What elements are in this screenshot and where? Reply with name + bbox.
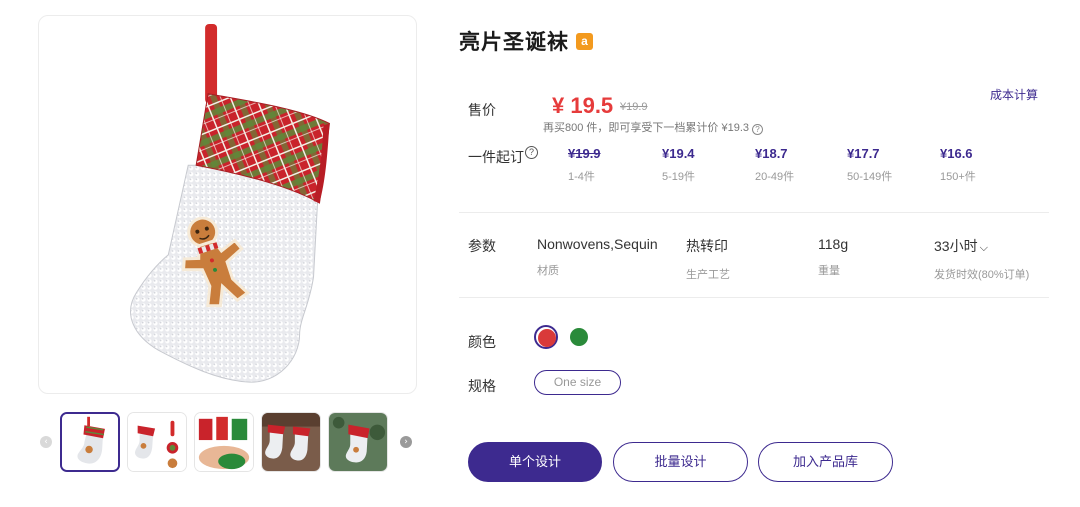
thumbnail-carousel: ‹ ›	[38, 412, 417, 472]
thumbnail-4[interactable]	[261, 412, 321, 472]
tier-quantity: 150+件	[940, 171, 976, 183]
current-price: ¥ 19.5	[552, 93, 614, 118]
param-key: 重量	[818, 265, 840, 277]
tier-quantity: 20-49件	[755, 171, 795, 183]
price-tier-4: ¥17.7 50-149件	[847, 146, 927, 184]
product-title: 亮片圣诞袜	[459, 31, 569, 54]
stocking-tree-thumb-icon	[329, 413, 387, 471]
thumbnail-5[interactable]	[328, 412, 388, 472]
stocking-detail-thumb-icon	[128, 413, 186, 471]
price-tier-5: ¥16.6 150+件	[940, 146, 1020, 184]
param-value: 33小时 ⌵	[934, 236, 1029, 256]
size-label: 规格	[468, 378, 496, 394]
thumbnail-1[interactable]	[60, 412, 120, 472]
shipping-time-value: 33小时	[934, 238, 978, 254]
tier-quantity: 5-19件	[662, 171, 696, 183]
help-icon[interactable]: ?	[752, 124, 763, 135]
chevron-right-icon[interactable]: ›	[400, 436, 412, 448]
amazon-icon: a	[576, 32, 593, 50]
tier-price: ¥18.7	[755, 146, 788, 161]
moq-help-icon[interactable]: ?	[525, 146, 538, 159]
param-key: 生产工艺	[686, 269, 730, 281]
color-swatch-red[interactable]	[534, 325, 558, 349]
stockings-scene-thumb-icon	[262, 413, 320, 471]
batch-design-button[interactable]: 批量设计	[613, 442, 748, 482]
param-material: Nonwovens,Sequin 材质	[537, 236, 658, 278]
color-dot	[538, 329, 556, 347]
chevron-down-icon[interactable]: ⌵	[980, 242, 988, 254]
size-option-one-size[interactable]: One size	[534, 370, 621, 395]
price-tier-2: ¥19.4 5-19件	[662, 146, 742, 184]
tier-price: ¥19.9	[568, 146, 601, 161]
divider	[459, 297, 1049, 298]
color-label: 颜色	[468, 334, 496, 350]
thumbnail-3[interactable]	[194, 412, 254, 472]
param-value: Nonwovens,Sequin	[537, 236, 658, 252]
param-process: 热转印 生产工艺	[686, 236, 730, 282]
product-main-image[interactable]	[38, 15, 417, 394]
params-label: 参数	[468, 238, 496, 254]
color-dot	[570, 328, 588, 346]
tier-quantity: 1-4件	[568, 171, 595, 183]
christmas-stocking-image	[130, 23, 330, 383]
tier-quantity: 50-149件	[847, 171, 893, 183]
param-weight: 118g 重量	[818, 236, 848, 278]
cost-calculation-link[interactable]: 成本计算	[990, 86, 1038, 103]
param-key: 材质	[537, 265, 559, 277]
stocking-thumb-icon	[62, 414, 118, 470]
color-swatch-green[interactable]	[567, 325, 591, 349]
original-price: ¥19.9	[620, 101, 648, 113]
param-key: 发货时效(80%订单)	[934, 269, 1030, 281]
price-tier-1: ¥19.9 1-4件	[568, 146, 648, 184]
tier-price: ¥19.4	[662, 146, 695, 161]
thumbnail-2[interactable]	[127, 412, 187, 472]
param-value: 热转印	[686, 238, 728, 254]
moq-label: 一件起订	[468, 149, 524, 165]
price-tier-3: ¥18.7 20-49件	[755, 146, 835, 184]
tier-price: ¥16.6	[940, 146, 973, 161]
price-label: 售价	[468, 102, 496, 118]
sequin-demo-thumb-icon	[195, 413, 253, 471]
bulk-price-note: 再买800 件，即可享受下一档累计价 ¥19.3?	[543, 119, 763, 135]
bulk-price-note-text: 再买800 件，即可享受下一档累计价 ¥19.3	[543, 122, 749, 134]
tier-price: ¥17.7	[847, 146, 880, 161]
add-to-library-button[interactable]: 加入产品库	[758, 442, 893, 482]
chevron-left-icon[interactable]: ‹	[40, 436, 52, 448]
product-title-row: 亮片圣诞袜 a	[459, 26, 593, 56]
divider	[459, 212, 1049, 213]
single-design-button[interactable]: 单个设计	[468, 442, 602, 482]
param-value: 118g	[818, 236, 849, 252]
param-shipping-time[interactable]: 33小时 ⌵ 发货时效(80%订单)	[934, 236, 1029, 282]
